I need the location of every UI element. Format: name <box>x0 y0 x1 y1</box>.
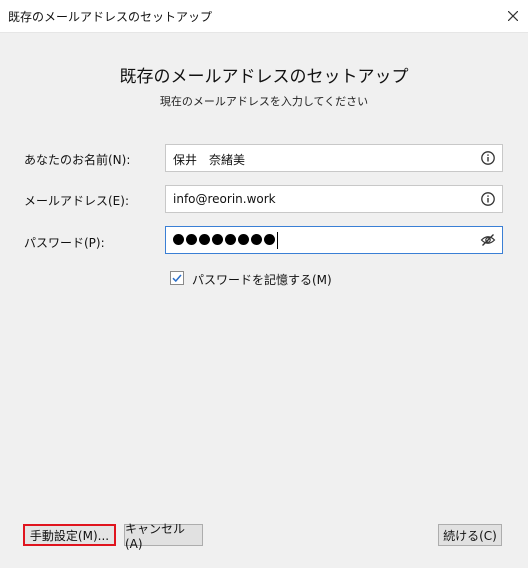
remember-password-label: パスワードを記憶する(M) <box>192 273 332 287</box>
checkmark-icon <box>172 274 182 283</box>
name-label: あなたのお名前(N): <box>24 153 131 167</box>
name-value: 保井 奈緒美 <box>173 153 246 167</box>
password-label: パスワード(P): <box>24 236 105 250</box>
title-bar: 既存のメールアドレスのセットアップ <box>0 0 528 33</box>
eye-hidden-icon[interactable] <box>480 232 496 248</box>
password-dot <box>264 234 275 245</box>
password-dot <box>212 234 223 245</box>
email-field[interactable]: info@reorin.work <box>165 185 503 213</box>
page-title: 既存のメールアドレスのセットアップ <box>119 67 409 87</box>
password-dot <box>173 234 184 245</box>
name-field[interactable]: 保井 奈緒美 <box>165 144 503 172</box>
info-icon[interactable] <box>480 150 496 166</box>
manual-config-button[interactable]: 手動設定(M)... <box>23 524 116 546</box>
password-mask <box>173 234 275 245</box>
password-field[interactable] <box>165 226 503 254</box>
remember-password-checkbox[interactable] <box>170 271 184 285</box>
cancel-button[interactable]: キャンセル(A) <box>124 522 203 551</box>
password-dot <box>238 234 249 245</box>
password-dot <box>199 234 210 245</box>
password-dot <box>251 234 262 245</box>
page-subtitle: 現在のメールアドレスを入力してください <box>159 95 369 108</box>
email-value: info@reorin.work <box>173 192 276 206</box>
continue-button[interactable]: 続ける(C) <box>438 524 502 546</box>
password-dot <box>186 234 197 245</box>
text-caret <box>277 232 278 249</box>
email-label: メールアドレス(E): <box>24 194 129 208</box>
close-button[interactable] <box>498 0 528 32</box>
info-icon[interactable] <box>480 191 496 207</box>
window-title: 既存のメールアドレスのセットアップ <box>8 10 213 24</box>
password-dot <box>225 234 236 245</box>
close-icon <box>508 11 518 21</box>
